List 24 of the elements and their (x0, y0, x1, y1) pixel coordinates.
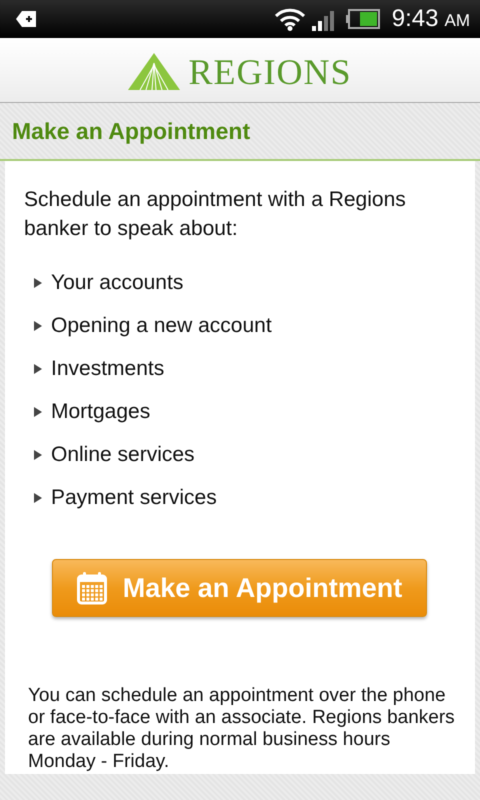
make-appointment-button[interactable]: Make an Appointment (52, 559, 427, 617)
bullet-arrow-icon (34, 450, 42, 460)
logo-icon (128, 53, 180, 91)
calendar-icon (76, 571, 107, 605)
topic-item: Opening a new account (51, 314, 272, 338)
clock-time: 9:43 (392, 5, 438, 33)
topic-item: Investments (51, 356, 164, 380)
topic-item: Mortgages (51, 400, 150, 424)
bullet-arrow-icon (34, 278, 42, 288)
bullet-arrow-icon (34, 320, 42, 330)
intro-text: Schedule an appointment with a Regions banker to speak about: (24, 187, 407, 242)
topic-item: Your accounts (51, 270, 184, 294)
battery-icon (346, 9, 380, 29)
bullet-arrow-icon (34, 364, 42, 374)
wifi-icon (274, 7, 306, 31)
clock-period: AM (444, 11, 470, 31)
info-text: You can schedule an appointment over the phone or face-to-face with an associate. Regions bankers are available during normal business hours Monday - Friday. (28, 685, 455, 773)
section-title: Make an Appointment (12, 118, 250, 144)
topic-item: Online services (51, 442, 195, 466)
bullet-arrow-icon (34, 492, 42, 502)
notification-icon (16, 11, 36, 27)
logo-wordmark: REGIONS (188, 51, 352, 93)
topic-item: Payment services (51, 486, 217, 510)
bullet-arrow-icon (34, 406, 42, 416)
